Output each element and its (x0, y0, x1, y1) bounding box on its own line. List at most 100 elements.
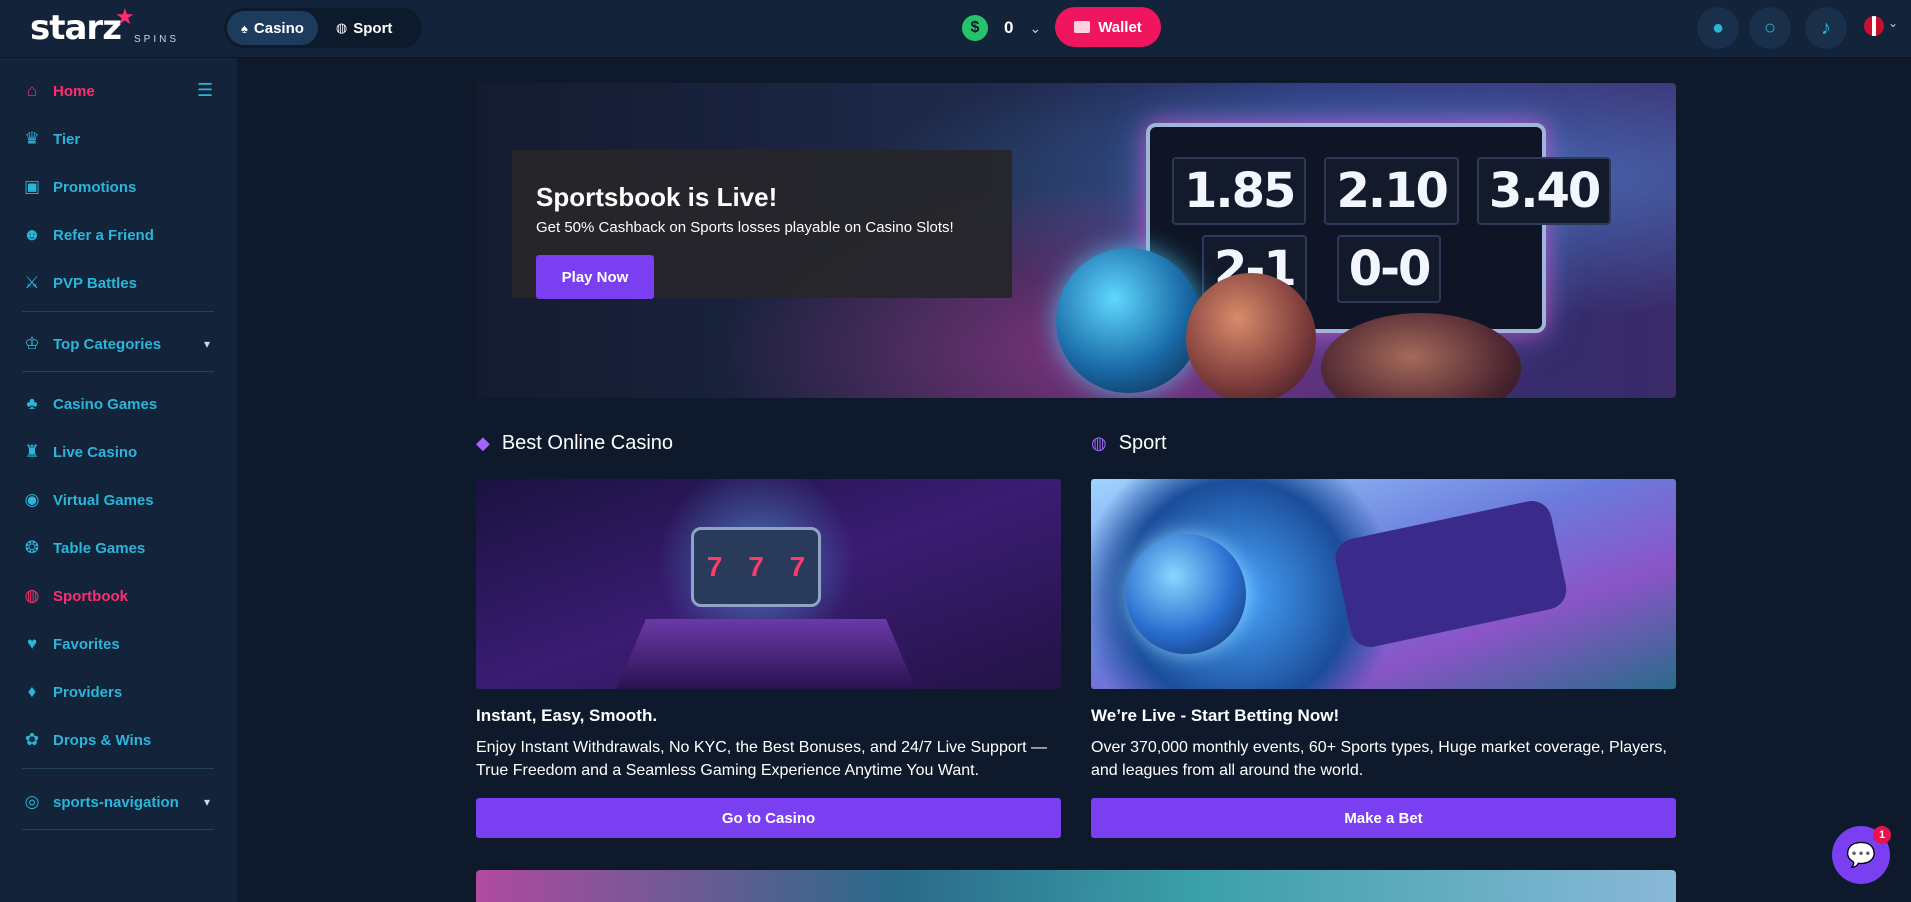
search-button[interactable]: ○ (1749, 7, 1791, 49)
product-switch: ♠ Casino ◍ Sport (224, 8, 422, 48)
dealer-icon: ♜ (24, 442, 40, 461)
sidebar-item-label: Favorites (53, 635, 120, 653)
odds-tile: 2.10 (1324, 157, 1459, 225)
go-to-casino-button[interactable]: Go to Casino (476, 798, 1061, 838)
sport-heading-text: Sport (1118, 432, 1167, 454)
sidebar-item-home[interactable]: ⌂ Home (22, 79, 95, 103)
make-a-bet-button[interactable]: Make a Bet (1091, 798, 1676, 838)
gift-icon: ▣ (23, 177, 41, 196)
star-icon: ★ (115, 4, 135, 29)
sidebar-item-label: sports-navigation (53, 793, 179, 811)
gamepad-icon: ◉ (24, 490, 40, 509)
basketball-icon: ◍ (24, 586, 40, 605)
tab-sport-label: Sport (353, 19, 393, 37)
sidebar-item-label: Tier (53, 130, 81, 148)
casino-heading-text: Best Online Casino (501, 432, 674, 454)
slot-symbol: 7 (789, 551, 806, 582)
sidebar-item-virtual-games[interactable]: ◉ Virtual Games (22, 488, 154, 512)
soccer-ball-illustration (1126, 534, 1246, 654)
slot-symbol: 7 (706, 551, 723, 582)
soccer-ball-illustration (1056, 248, 1201, 393)
logo-subtext: SPINS (134, 34, 180, 45)
slot-symbol: 7 (748, 551, 764, 582)
home-icon: ⌂ (26, 81, 38, 100)
hero-title: Sportsbook is Live! (536, 182, 778, 212)
sidebar-item-pvp-battles[interactable]: ⚔ PVP Battles (22, 271, 137, 295)
sidebar-item-label: Refer a Friend (53, 226, 154, 244)
divider (22, 768, 214, 769)
player-illustration (1331, 497, 1571, 651)
hero-banner[interactable]: 1.85 2.10 3.40 2-1 0-0 Sportsbook is Liv… (476, 83, 1676, 398)
search-icon: ○ (1763, 16, 1777, 39)
collapse-sidebar-icon[interactable]: ☰ (197, 80, 213, 101)
cherries-icon: ♣ (26, 394, 38, 413)
hero-subtitle: Get 50% Cashback on Sports losses playab… (536, 219, 954, 236)
sidebar-item-label: Home (53, 82, 95, 100)
sidebar-item-favorites[interactable]: ♥ Favorites (22, 632, 120, 656)
balance-amount: 0 (1004, 18, 1014, 37)
sidebar-item-providers[interactable]: ♦ Providers (22, 680, 123, 704)
sidebar-item-tier[interactable]: ♛ Tier (22, 127, 80, 151)
heart-icon: ♥ (26, 634, 38, 653)
bell-icon: ♪ (1821, 16, 1831, 39)
sidebar-item-live-casino[interactable]: ♜ Live Casino (22, 440, 137, 464)
profile-button[interactable]: ● (1697, 7, 1739, 49)
sidebar-item-promotions[interactable]: ▣ Promotions (22, 175, 136, 199)
trophy-icon: ♛ (24, 129, 40, 148)
language-chevron-icon[interactable]: ⌄ (1888, 16, 1898, 30)
sport-promo-title: We’re Live - Start Betting Now! (1091, 706, 1340, 725)
wallet-button[interactable]: Wallet (1055, 7, 1161, 47)
sidebar-item-label: Table Games (53, 539, 146, 557)
sidebar-item-label: PVP Battles (53, 274, 137, 292)
basketball-icon: ◍ (1091, 433, 1107, 453)
dollar-icon: $ (962, 15, 988, 41)
sport-promo-description: Over 370,000 monthly events, 60+ Sports … (1091, 739, 1667, 779)
chat-unread-badge: 1 (1873, 826, 1891, 844)
odds-row: 1.85 2.10 3.40 (1172, 157, 1612, 225)
sport-section-heading: ◍ Sport (1091, 432, 1167, 455)
sports-icon: ◎ (24, 792, 40, 811)
swords-icon: ⚔ (24, 273, 40, 292)
casino-promo-image[interactable]: 7 7 7 (476, 479, 1061, 689)
wallet-icon (1074, 21, 1091, 33)
sidebar-item-sportbook[interactable]: ◍ Sportbook (22, 584, 128, 608)
casino-promo-title: Instant, Easy, Smooth. (476, 706, 658, 725)
sidebar-item-refer-a-friend[interactable]: ☻ Refer a Friend (22, 223, 154, 247)
casino-chip-icon: ♠ (241, 20, 248, 36)
logo[interactable]: starz ★ SPINS (30, 4, 176, 48)
sport-promo-image[interactable] (1091, 479, 1676, 689)
sidebar-item-label: Sportbook (53, 587, 128, 605)
user-icon: ● (1711, 16, 1725, 39)
chevron-down-icon: ▾ (204, 337, 211, 351)
sidebar-item-casino-games[interactable]: ♣ Casino Games (22, 392, 157, 416)
casino-section-heading: ◆ Best Online Casino (476, 432, 673, 455)
sidebar-item-label: Drops & Wins (53, 731, 152, 749)
next-banner[interactable] (476, 870, 1676, 902)
sidebar-item-drops-and-wins[interactable]: ✿ Drops & Wins (22, 728, 151, 752)
sidebar-item-label: Live Casino (53, 443, 138, 461)
chat-bubble-icon: 💬 (1846, 841, 1876, 869)
tab-casino-label: Casino (253, 19, 304, 37)
divider (22, 829, 214, 830)
odds-tile: 3.40 (1476, 157, 1612, 225)
divider (22, 311, 214, 312)
notifications-button[interactable]: ♪ (1805, 7, 1847, 49)
logo-text: starz (30, 8, 122, 48)
sidebar-item-top-categories[interactable]: ♔ Top Categories ▾ (22, 332, 210, 356)
chevron-down-icon: ⌄ (1029, 19, 1042, 36)
hero-card: Sportsbook is Live! Get 50% Cashback on … (512, 150, 1012, 299)
users-icon: ☻ (23, 225, 41, 244)
tab-sport[interactable]: ◍ Sport (322, 11, 407, 45)
sidebar-item-table-games[interactable]: ❂ Table Games (22, 536, 145, 560)
balance-selector[interactable]: $ 0 ⌄ (962, 10, 1041, 46)
divider (22, 371, 214, 372)
play-now-button[interactable]: Play Now (536, 255, 654, 299)
uk-flag-icon[interactable] (1864, 16, 1884, 36)
wallet-label: Wallet (1098, 18, 1142, 36)
sidebar-item-sports-navigation[interactable]: ◎ sports-navigation ▾ (22, 790, 210, 814)
sidebar-item-label: Promotions (53, 178, 137, 196)
chip-icon: ❂ (24, 538, 40, 557)
tab-casino[interactable]: ♠ Casino (227, 11, 318, 45)
sidebar-item-label: Virtual Games (53, 491, 154, 509)
sidebar-item-label: Top Categories (53, 335, 162, 353)
